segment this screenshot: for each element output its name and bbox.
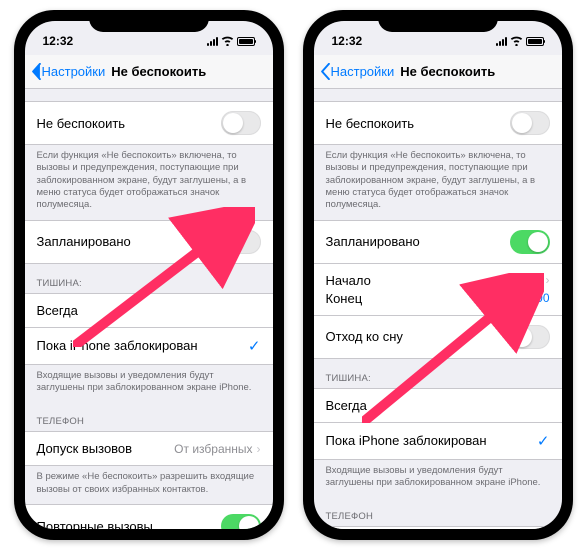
section-silence: ТИШИНА: <box>25 264 273 293</box>
row-repeated-calls[interactable]: Повторные вызовы <box>25 504 273 529</box>
section-silence: ТИШИНА: <box>314 359 562 388</box>
footer-dnd: Если функция «Не беспокоить» включена, т… <box>314 145 562 220</box>
row-dnd[interactable]: Не беспокоить <box>314 101 562 145</box>
page-title: Не беспокоить <box>111 64 206 79</box>
checkmark-icon: ✓ <box>248 337 261 355</box>
chevron-left-icon <box>31 63 42 80</box>
row-scheduled[interactable]: Запланировано <box>25 220 273 264</box>
toggle-dnd[interactable] <box>221 111 261 135</box>
row-label: Не беспокоить <box>37 116 126 131</box>
row-scheduled[interactable]: Запланировано <box>314 220 562 264</box>
row-allow-calls[interactable]: Допуск вызовов От избранных› <box>25 431 273 466</box>
notch <box>89 10 209 32</box>
wifi-icon <box>221 36 234 46</box>
row-dnd[interactable]: Не беспокоить <box>25 101 273 145</box>
checkmark-icon: ✓ <box>537 432 550 450</box>
status-time: 12:32 <box>43 34 74 48</box>
chevron-right-icon: › <box>546 273 550 287</box>
row-bedtime[interactable]: Отход ко сну <box>314 316 562 359</box>
screen: 12:32 Настройки Не беспокоить Не беспоко… <box>314 21 562 529</box>
row-label: Пока iPhone заблокирован <box>326 433 487 448</box>
status-indicators <box>496 36 544 46</box>
row-label: Не беспокоить <box>326 116 415 131</box>
start-value: 17:00 › <box>504 273 549 288</box>
row-while-locked[interactable]: Пока iPhone заблокирован ✓ <box>314 423 562 460</box>
row-schedule-times[interactable]: Начало 17:00 › Конец 7:00 <box>314 264 562 316</box>
toggle-bedtime[interactable] <box>510 325 550 349</box>
settings-list[interactable]: Не беспокоить Если функция «Не беспокоит… <box>314 89 562 529</box>
row-label: Повторные вызовы <box>37 519 153 529</box>
settings-list[interactable]: Не беспокоить Если функция «Не беспокоит… <box>25 89 273 529</box>
page-title: Не беспокоить <box>400 64 495 79</box>
row-allow-calls[interactable]: Допуск вызовов От избранных› <box>314 526 562 529</box>
row-label: Отход ко сну <box>326 329 403 344</box>
chevron-left-icon <box>320 63 331 80</box>
back-label: Настройки <box>331 64 395 79</box>
toggle-repeated[interactable] <box>221 514 261 529</box>
row-always[interactable]: Всегда <box>25 293 273 328</box>
end-value: 7:00 <box>526 291 549 306</box>
row-label: Всегда <box>37 303 78 318</box>
cellular-icon <box>207 37 218 46</box>
row-label: Допуск вызовов <box>37 441 133 456</box>
row-while-locked[interactable]: Пока iPhone заблокирован ✓ <box>25 328 273 365</box>
row-label: Всегда <box>326 398 367 413</box>
battery-icon <box>526 37 544 46</box>
end-label: Конец <box>326 291 363 306</box>
footer-silence: Входящие вызовы и уведомления будут загл… <box>314 460 562 498</box>
footer-dnd: Если функция «Не беспокоить» включена, т… <box>25 145 273 220</box>
screen: 12:32 Настройки Не беспокоить Не беспоко… <box>25 21 273 529</box>
status-indicators <box>207 36 255 46</box>
footer-allow: В режиме «Не беспокоить» разрешить входя… <box>25 466 273 504</box>
battery-icon <box>237 37 255 46</box>
back-button[interactable]: Настройки <box>320 63 395 80</box>
section-phone: ТЕЛЕФОН <box>314 497 562 526</box>
phone-right: 12:32 Настройки Не беспокоить Не беспоко… <box>303 10 573 540</box>
section-phone: ТЕЛЕФОН <box>25 402 273 431</box>
back-button[interactable]: Настройки <box>31 63 106 80</box>
notch <box>378 10 498 32</box>
start-label: Начало <box>326 273 371 288</box>
footer-silence: Входящие вызовы и уведомления будут загл… <box>25 365 273 403</box>
toggle-scheduled[interactable] <box>510 230 550 254</box>
row-always[interactable]: Всегда <box>314 388 562 423</box>
back-label: Настройки <box>42 64 106 79</box>
wifi-icon <box>510 36 523 46</box>
row-label: Запланировано <box>326 234 420 249</box>
row-label: Запланировано <box>37 234 131 249</box>
chevron-right-icon: › <box>257 442 261 456</box>
toggle-scheduled[interactable] <box>221 230 261 254</box>
toggle-dnd[interactable] <box>510 111 550 135</box>
row-value: От избранных› <box>174 442 260 456</box>
navbar: Настройки Не беспокоить <box>25 55 273 89</box>
status-time: 12:32 <box>332 34 363 48</box>
row-label: Пока iPhone заблокирован <box>37 338 198 353</box>
cellular-icon <box>496 37 507 46</box>
navbar: Настройки Не беспокоить <box>314 55 562 89</box>
phone-left: 12:32 Настройки Не беспокоить Не беспоко… <box>14 10 284 540</box>
